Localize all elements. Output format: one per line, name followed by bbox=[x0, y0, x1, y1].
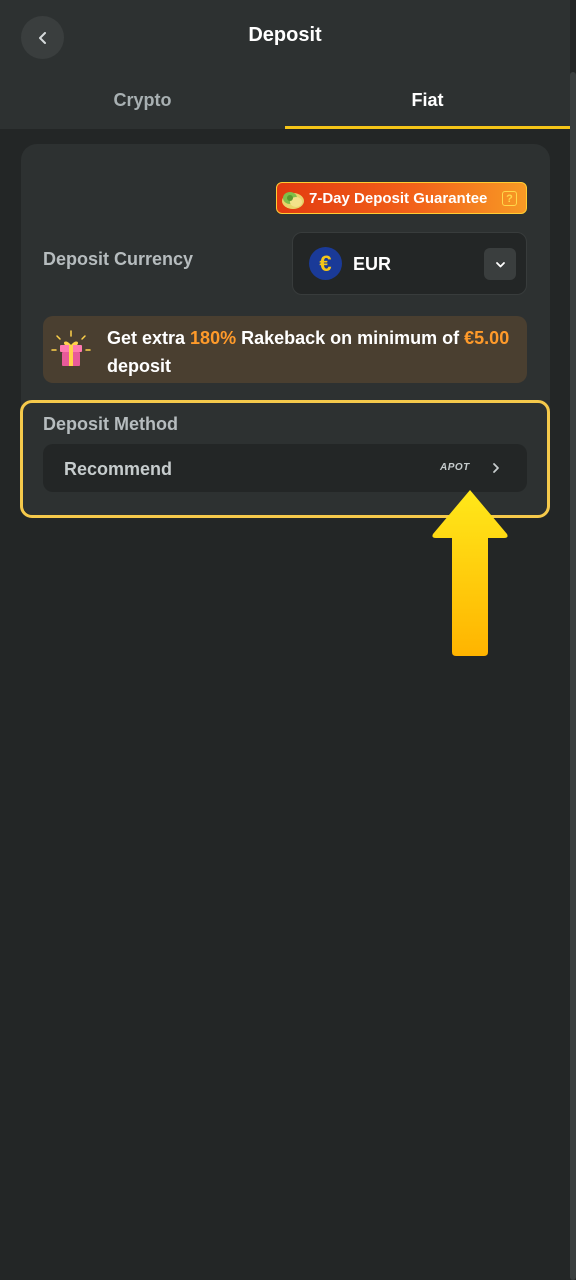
active-tab-indicator bbox=[285, 126, 570, 129]
promo-percent: 180% bbox=[190, 328, 237, 348]
chevron-right-icon bbox=[493, 463, 499, 473]
guarantee-label: 7-Day Deposit Guarantee bbox=[309, 189, 488, 207]
deposit-method-select[interactable]: Recommend APOT bbox=[43, 444, 527, 492]
coins-icon bbox=[282, 192, 304, 209]
deposit-page: Deposit Crypto Fiat 7-Day Deposit Guaran… bbox=[0, 0, 576, 1280]
gift-icon bbox=[51, 330, 91, 366]
tab-fiat[interactable]: Fiat bbox=[285, 72, 570, 129]
scrollbar[interactable] bbox=[570, 72, 576, 1280]
chevron-down-icon bbox=[495, 261, 505, 267]
provider-logo: APOT bbox=[440, 462, 470, 473]
page-title: Deposit bbox=[248, 24, 322, 46]
promo-prefix: Get extra bbox=[107, 328, 191, 348]
tab-crypto[interactable]: Crypto bbox=[0, 72, 285, 129]
up-arrow-icon bbox=[432, 490, 508, 656]
promo-middle: Rakeback on minimum of bbox=[236, 328, 465, 348]
rakeback-promo-banner: Get extra 180% Rakeback on minimum of €5… bbox=[43, 316, 527, 383]
currency-value: EUR bbox=[353, 254, 392, 274]
euro-icon: € bbox=[309, 247, 342, 280]
tab-bar: Crypto Fiat bbox=[0, 72, 570, 129]
deposit-method-value: Recommend bbox=[64, 459, 173, 479]
deposit-guarantee-badge[interactable]: 7-Day Deposit Guarantee ? bbox=[276, 182, 527, 214]
promo-amount: €5.00 bbox=[464, 328, 510, 348]
header: Deposit bbox=[0, 0, 570, 72]
currency-dropdown-button[interactable] bbox=[484, 248, 516, 280]
promo-text: Get extra 180% Rakeback on minimum of €5… bbox=[107, 324, 517, 380]
deposit-method-label: Deposit Method bbox=[43, 414, 178, 434]
help-icon[interactable]: ? bbox=[502, 191, 517, 206]
promo-suffix: deposit bbox=[107, 356, 172, 376]
currency-label: Deposit Currency bbox=[43, 249, 194, 269]
currency-select[interactable]: € EUR bbox=[292, 232, 527, 295]
